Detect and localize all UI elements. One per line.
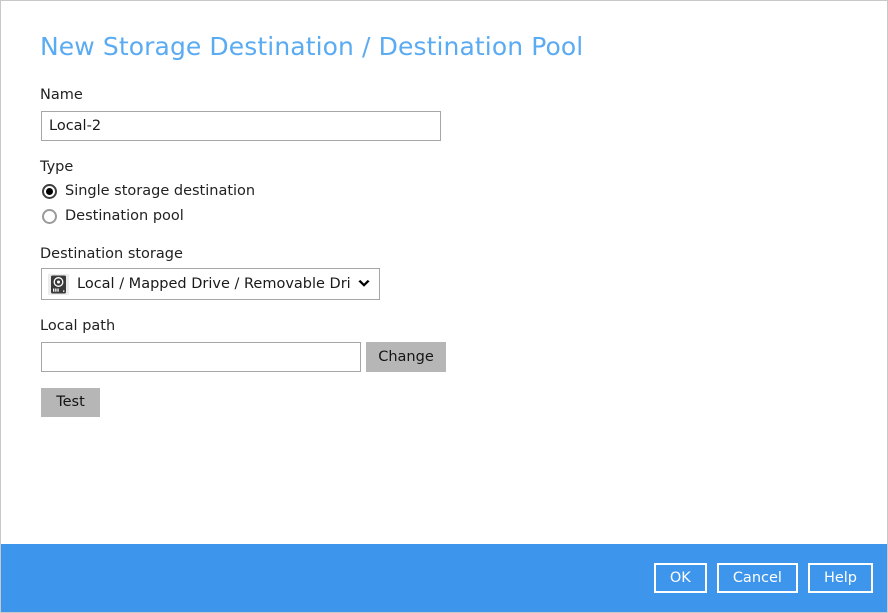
local-path-label: Local path — [40, 318, 115, 334]
destination-storage-selected-value: Local / Mapped Drive / Removable Drive — [77, 276, 350, 292]
test-button[interactable]: Test — [41, 388, 100, 417]
page-title: New Storage Destination / Destination Po… — [40, 32, 583, 61]
radio-destination-pool-label: Destination pool — [65, 208, 184, 224]
destination-storage-label: Destination storage — [40, 246, 183, 262]
name-input[interactable] — [41, 111, 441, 141]
help-button[interactable]: Help — [808, 563, 873, 593]
chevron-down-icon[interactable] — [350, 276, 372, 292]
radio-single-storage-destination[interactable]: Single storage destination — [42, 183, 255, 199]
dialog-content: New Storage Destination / Destination Po… — [1, 1, 887, 544]
ok-button[interactable]: OK — [654, 563, 707, 593]
radio-selected-icon — [42, 184, 57, 199]
new-storage-destination-dialog: New Storage Destination / Destination Po… — [0, 0, 888, 613]
change-button[interactable]: Change — [366, 342, 446, 372]
name-label: Name — [40, 87, 83, 103]
hard-drive-icon — [48, 274, 77, 295]
destination-storage-select[interactable]: Local / Mapped Drive / Removable Drive — [41, 268, 380, 300]
radio-destination-pool[interactable]: Destination pool — [42, 208, 184, 224]
radio-unselected-icon — [42, 209, 57, 224]
local-path-input[interactable] — [41, 342, 361, 372]
cancel-button[interactable]: Cancel — [717, 563, 798, 593]
dialog-footer: OK Cancel Help — [1, 544, 887, 612]
radio-single-storage-destination-label: Single storage destination — [65, 183, 255, 199]
type-label: Type — [40, 159, 73, 175]
